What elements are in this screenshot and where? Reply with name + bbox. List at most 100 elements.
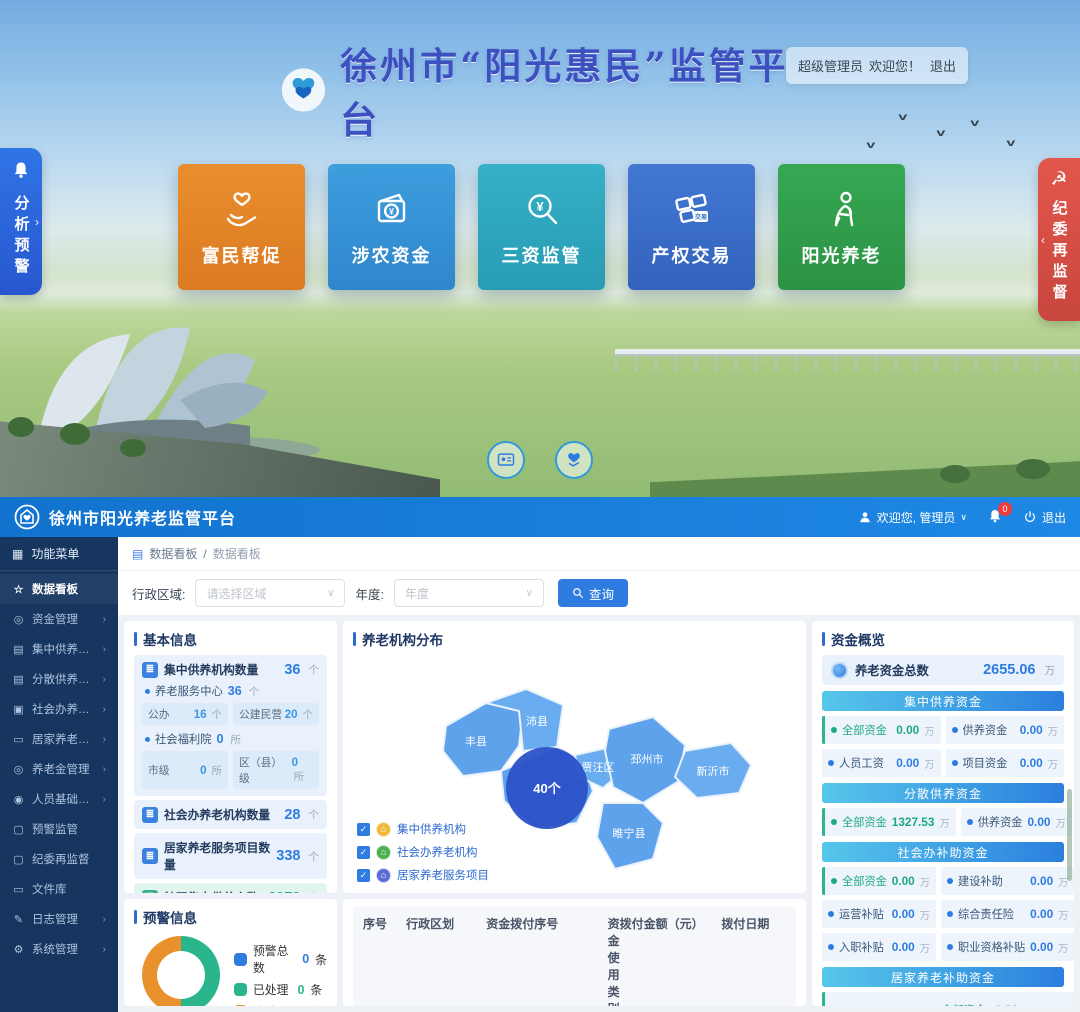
fund-cell: 供养资金 0.00 万	[946, 716, 1065, 744]
document-icon: ▤	[132, 547, 143, 561]
checkbox-checked-icon[interactable]: ✓	[357, 823, 370, 836]
warning-info-panel: 预警信息 预警总数 0 条	[124, 899, 337, 1006]
tile-chanquan-jiaoyi[interactable]: 交易 产权交易	[628, 164, 755, 290]
breadcrumb-root[interactable]: 数据看板	[149, 545, 197, 562]
notifications-button[interactable]: 0	[987, 508, 1003, 527]
scrollbar-thumb[interactable]	[1067, 789, 1072, 881]
private-institutions-card: ≣ 社会办养老机构数量 28 个	[134, 800, 327, 829]
alarm-icon	[234, 1005, 247, 1006]
search-button[interactable]: 查询	[558, 579, 628, 607]
region-select[interactable]: 请选择区域 ∨	[195, 579, 345, 607]
discipline-supervision-tab[interactable]: ☭ 纪委再监督 ‹	[1038, 158, 1080, 321]
sidebar-item-discipline-supervision[interactable]: ▢ 纪委再监督	[0, 844, 118, 874]
monitor-icon: ▭	[12, 733, 25, 746]
svg-text:新沂市: 新沂市	[697, 764, 730, 778]
basic-info-panel: 基本信息 ≣ 集中供养机构数量 36 个 养老服务中心 36	[124, 621, 337, 893]
sidebar-item-private-institutions[interactable]: ▣ 社会办养老机构 ›	[0, 694, 118, 724]
monitor-icon: ▢	[12, 823, 25, 836]
region-label: 行政区域:	[132, 584, 185, 603]
analysis-warning-label: 分析预警	[11, 195, 32, 279]
funds-total-row: 养老资金总数 2655.06 万	[822, 655, 1064, 685]
svg-text:贾汪区: 贾汪区	[582, 761, 615, 774]
folder-icon: ▤	[12, 673, 25, 686]
coin-icon: ◎	[12, 613, 25, 626]
heart-care-icon[interactable]	[555, 441, 593, 479]
building-icon: ▣	[12, 703, 25, 716]
sidebar-item-centralized-funds[interactable]: ▤ 集中供养资金 ›	[0, 634, 118, 664]
tile-yangguang-yanglao[interactable]: 阳光养老	[778, 164, 905, 290]
legend-home-care[interactable]: ✓ ⌂ 居家养老服务项目	[357, 867, 489, 883]
checkbox-checked-icon[interactable]: ✓	[357, 869, 370, 882]
tile-shenong-zijin[interactable]: ¥ 涉农资金	[328, 164, 455, 290]
stat-chip: 公建民营 20 个	[233, 703, 319, 725]
legend-private[interactable]: ✓ ⌂ 社会办养老机构	[357, 844, 489, 860]
centralized-institutions-card: ≣ 集中供养机构数量 36 个 养老服务中心 36 个	[134, 655, 327, 796]
tile-fumin-bangcu[interactable]: 富民帮促	[178, 164, 305, 290]
hero-title: 徐州市“阳光惠民”监管平台	[340, 36, 821, 144]
dashboard-logo-icon	[14, 504, 40, 530]
sidebar-item-fund-management[interactable]: ◎ 资金管理 ›	[0, 604, 118, 634]
fund-cell: 入职补贴 0.00 万	[822, 933, 936, 961]
id-card-icon[interactable]	[487, 441, 525, 479]
sidebar: ▦ 功能菜单 ☆ 数据看板 ◎ 资金管理 › ▤ 集中供养资金 ›	[0, 537, 118, 1012]
doc-icon: ≣	[142, 848, 158, 864]
pencil-icon: ✎	[12, 913, 25, 926]
hero-header: 徐州市“阳光惠民”监管平台	[281, 36, 821, 144]
doc-icon: ≣	[142, 807, 158, 823]
discipline-supervision-label: 纪委再监督	[1049, 200, 1070, 305]
hero-section: v v v v v 徐州市“阳光惠民”监管平台 超级管理员 欢迎您！ 退出 分析…	[0, 0, 1080, 497]
user-menu[interactable]: 欢迎您, 管理员 ∨	[858, 509, 967, 526]
party-emblem-icon: ☭	[1038, 170, 1080, 190]
sidebar-item-log-management[interactable]: ✎ 日志管理 ›	[0, 904, 118, 934]
sidebar-item-home-care-projects[interactable]: ▭ 居家养老服务项目 ›	[0, 724, 118, 754]
fund-cell: 全部资金 1327.53 万	[822, 808, 956, 836]
svg-text:丰县: 丰县	[465, 735, 487, 748]
legend-centralized[interactable]: ✓ ⌂ 集中供养机构	[357, 821, 489, 837]
star-icon: ☆	[12, 583, 25, 596]
bell-icon	[11, 160, 31, 180]
page: v v v v v 徐州市“阳光惠民”监管平台 超级管理员 欢迎您！ 退出 分析…	[0, 0, 1080, 1012]
sidebar-item-data-board[interactable]: ☆ 数据看板	[0, 574, 118, 604]
svg-text:¥: ¥	[388, 206, 393, 216]
basic-info-title: 基本信息	[143, 629, 197, 649]
svg-text:¥: ¥	[536, 199, 544, 214]
warning-info-title: 预警信息	[143, 907, 197, 927]
tile-sanzi-jianguan[interactable]: ¥ 三资监管	[478, 164, 605, 290]
funds-table-panel: 序号 行政区划 资金拨付序号 资金使用类别 拨付金额（元） 拨付日期 暂无数据 …	[343, 899, 806, 1006]
section-header-private-subsidy: 社会办补助资金	[822, 842, 1064, 862]
year-select[interactable]: 年度 ∨	[394, 579, 544, 607]
org-distribution-title: 养老机构分布	[362, 629, 443, 649]
hero-logout-button[interactable]: 退出	[930, 56, 956, 75]
svg-text:睢宁县: 睢宁县	[613, 826, 646, 840]
sidebar-item-pension-management[interactable]: ◎ 养老金管理 ›	[0, 754, 118, 784]
dashboard-title: 徐州市阳光养老监管平台	[49, 505, 236, 529]
chevron-right-icon: ›	[35, 215, 39, 229]
warning-handled-stat: 已处理 0 条	[234, 981, 327, 998]
centralized-support-count-card: ≣ 特困集中供养人数 2079 人 五保老人 103 人	[134, 883, 327, 893]
caret-down-icon: ∨	[327, 588, 334, 599]
sidebar-item-decentralized-funds[interactable]: ▤ 分散供养资金 ›	[0, 664, 118, 694]
marker-icon: ⌂	[376, 845, 391, 860]
fund-cell: 项目资金 0.00 万	[946, 749, 1065, 777]
hero-user-bar: 超级管理员 欢迎您！ 退出	[786, 47, 968, 84]
sidebar-item-personnel-info[interactable]: ◉ 人员基础信息 ›	[0, 784, 118, 814]
funds-overview-panel: 资金概览 养老资金总数 2655.06 万 集中供养资金 全部资金 0.00	[812, 621, 1074, 1006]
globe-icon	[831, 662, 848, 679]
logout-button[interactable]: 退出	[1023, 509, 1066, 526]
hero-float-icons	[487, 441, 593, 479]
notification-badge: 0	[998, 502, 1012, 516]
sidebar-item-system-management[interactable]: ⚙ 系统管理 ›	[0, 934, 118, 964]
section-header-centralized: 集中供养资金	[822, 691, 1064, 711]
wallet-yuan-icon: ¥	[369, 187, 415, 233]
shoreline	[650, 455, 1080, 497]
checkbox-checked-icon[interactable]: ✓	[357, 846, 370, 859]
fund-cell: 运营补贴 0.00 万	[822, 900, 936, 928]
sidebar-item-file-library[interactable]: ▭ 文件库	[0, 874, 118, 904]
elder-person-icon	[819, 187, 865, 233]
folder-icon: ▤	[12, 643, 25, 656]
map-legend: ✓ ⌂ 集中供养机构 ✓ ⌂ 社会办养老机构 ✓ ⌂	[357, 814, 489, 883]
caret-down-icon: ∨	[526, 588, 533, 599]
funds-overview-title: 资金概览	[831, 629, 885, 649]
analysis-warning-tab[interactable]: 分析预警 ›	[0, 148, 42, 295]
sidebar-item-warning-supervision[interactable]: ▢ 预警监管	[0, 814, 118, 844]
